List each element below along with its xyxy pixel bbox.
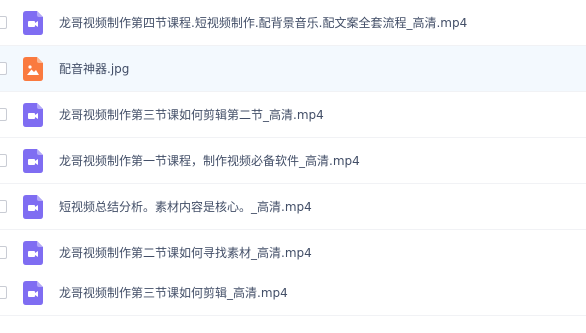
row-checkbox[interactable]	[0, 200, 7, 213]
row-checkbox[interactable]	[0, 108, 7, 121]
file-row[interactable]: 短视频总结分析。素材内容是核心。_高清.mp4	[0, 184, 586, 230]
video-file-icon	[23, 149, 43, 173]
file-row[interactable]: 龙哥视频制作第一节课程，制作视频必备软件_高清.mp4	[0, 138, 586, 184]
file-name[interactable]: 龙哥视频制作第四节课程.短视频制作.配背景音乐.配文案全套流程_高清.mp4	[59, 0, 467, 46]
video-file-icon	[23, 241, 43, 265]
file-name[interactable]: 配音神器.jpg	[59, 46, 129, 92]
video-file-icon	[23, 195, 43, 219]
row-checkbox[interactable]	[0, 246, 7, 259]
file-row[interactable]: 龙哥视频制作第三节课如何剪辑_高清.mp4	[0, 270, 586, 316]
row-checkbox[interactable]	[0, 154, 7, 167]
video-file-icon	[23, 281, 43, 305]
image-file-icon	[23, 57, 43, 81]
file-row[interactable]: 龙哥视频制作第四节课程.短视频制作.配背景音乐.配文案全套流程_高清.mp4	[0, 0, 586, 46]
file-name[interactable]: 短视频总结分析。素材内容是核心。_高清.mp4	[59, 184, 312, 230]
video-file-icon	[23, 103, 43, 127]
row-checkbox[interactable]	[0, 62, 7, 75]
file-list: 龙哥视频制作第四节课程.短视频制作.配背景音乐.配文案全套流程_高清.mp4 配…	[0, 0, 586, 333]
row-checkbox[interactable]	[0, 16, 7, 29]
file-name[interactable]: 龙哥视频制作第三节课如何剪辑_高清.mp4	[59, 270, 288, 316]
file-row[interactable]: 龙哥视频制作第三节课如何剪辑第二节_高清.mp4	[0, 92, 586, 138]
file-name[interactable]: 龙哥视频制作第三节课如何剪辑第二节_高清.mp4	[59, 92, 324, 138]
file-name[interactable]: 龙哥视频制作第一节课程，制作视频必备软件_高清.mp4	[59, 138, 360, 184]
file-row[interactable]: 配音神器.jpg	[0, 46, 586, 92]
video-file-icon	[23, 11, 43, 35]
row-checkbox[interactable]	[0, 286, 7, 299]
